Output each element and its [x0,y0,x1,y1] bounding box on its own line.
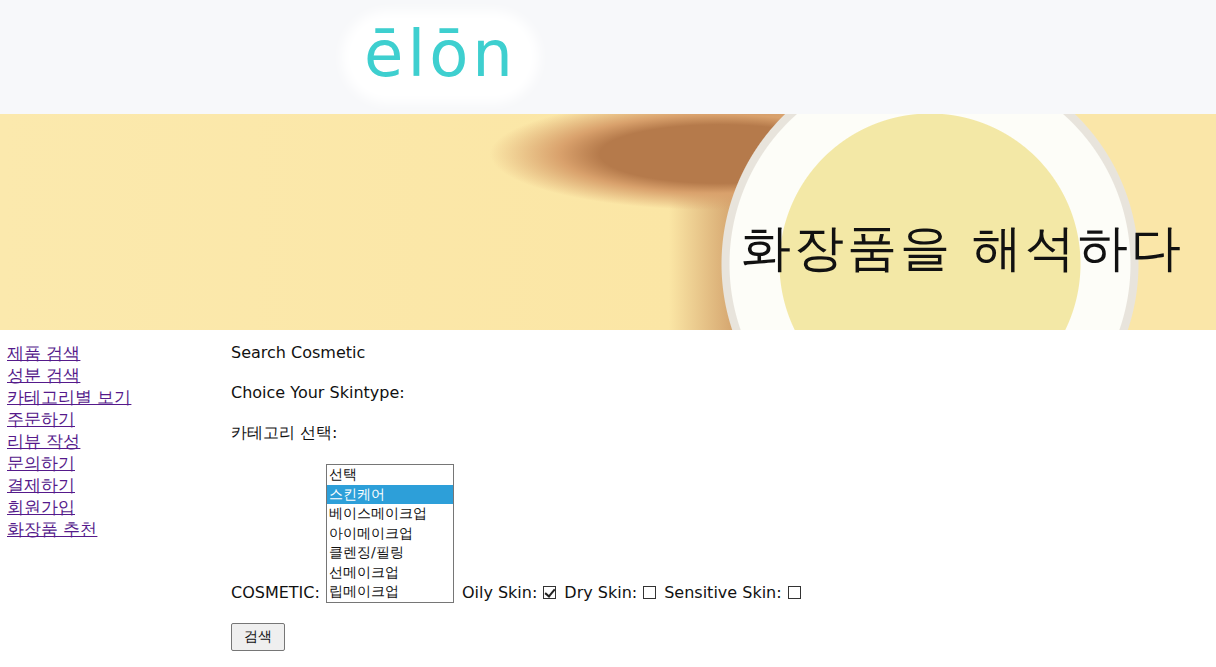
category-option[interactable]: 스킨케어 [327,485,453,505]
content: 제품 검색성분 검색카테고리별 보기주문하기리뷰 작성문의하기결제하기회원가입화… [0,330,1216,651]
header: ēlōn [0,0,1216,114]
skintype-label: Choice Your Skintype: [231,382,405,404]
form-title: Search Cosmetic [231,342,365,364]
sidebar-item[interactable]: 결제하기 [7,474,75,496]
category-option[interactable]: 베이스메이크업 [327,504,453,524]
category-option[interactable]: 아이메이크업 [327,524,453,544]
sidebar-item[interactable]: 카테고리별 보기 [7,386,131,408]
sidebar-item[interactable]: 리뷰 작성 [7,430,80,452]
page: ēlōn 화장품을 해석하다 제품 검색성분 검색카테고리별 보기주문하기리뷰 … [0,0,1216,667]
category-option[interactable]: 선택 [327,465,453,485]
category-label: 카테고리 선택: [231,422,337,444]
search-button[interactable]: 검색 [231,623,285,651]
skin-label: Dry Skin: [564,583,637,603]
category-listbox[interactable]: 선택스킨케어베이스메이크업아이메이크업클렌징/필링선메이크업립메이크업 [326,464,454,603]
sidebar-item[interactable]: 제품 검색 [7,342,80,364]
banner-title: 화장품을 해석하다 [741,215,1184,282]
category-option[interactable]: 립메이크업 [327,582,453,602]
skin-checkbox[interactable] [788,586,801,599]
cosmetic-row: COSMETIC: 선택스킨케어베이스메이크업아이메이크업클렌징/필링선메이크업… [231,464,801,603]
sidebar-item[interactable]: 문의하기 [7,452,75,474]
skin-label: Oily Skin: [462,583,537,603]
banner: 화장품을 해석하다 [0,114,1216,330]
skin-checkbox[interactable] [543,586,556,599]
category-option[interactable]: 클렌징/필링 [327,543,453,563]
category-option[interactable]: 선메이크업 [327,563,453,583]
sidebar-item[interactable]: 성분 검색 [7,364,80,386]
search-form: Search Cosmetic Choice Your Skintype: 카테… [231,342,801,651]
logo[interactable]: ēlōn [350,19,531,95]
sidebar-item[interactable]: 회원가입 [7,496,75,518]
sidebar: 제품 검색성분 검색카테고리별 보기주문하기리뷰 작성문의하기결제하기회원가입화… [0,342,231,651]
skin-label: Sensitive Skin: [664,583,781,603]
cosmetic-label: COSMETIC: [231,583,320,603]
skin-checkbox[interactable] [643,586,656,599]
sidebar-item[interactable]: 주문하기 [7,408,75,430]
sidebar-item[interactable]: 화장품 추천 [7,518,97,540]
